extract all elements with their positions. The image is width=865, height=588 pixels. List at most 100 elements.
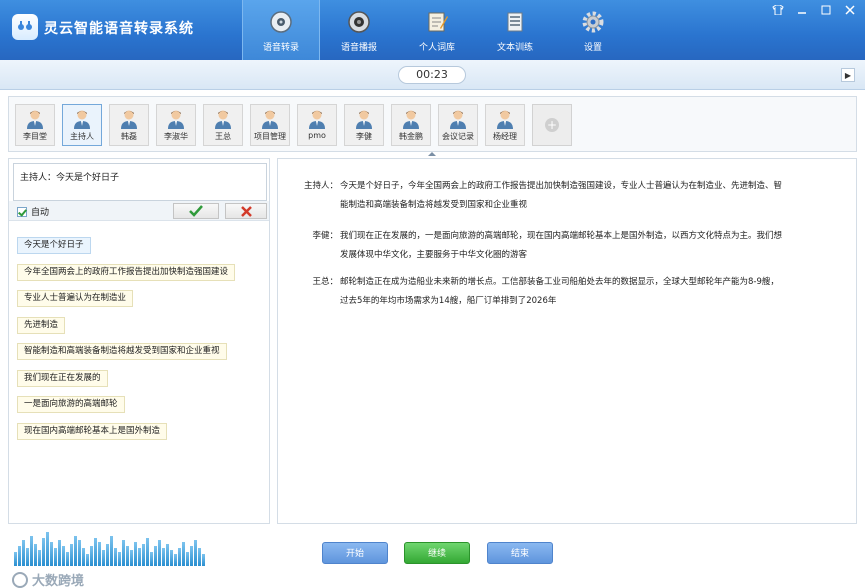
timer-bar: 00:23 ▶ [0,60,865,90]
phrase-row: 一是面向旅游的高端邮轮 [17,396,235,423]
nav-tab-transcribe[interactable]: 语音转录 [242,0,320,60]
speaker-name: 李淑华 [164,132,188,141]
confirm-button[interactable] [173,203,219,219]
audio-level-bar [134,542,137,566]
edit-controls: 自动 [9,201,269,221]
person-avatar-icon [403,110,419,129]
audio-level-bar [166,544,169,566]
speaker-card[interactable]: pmo [297,104,337,146]
close-icon[interactable] [843,4,857,16]
person-avatar-icon [215,110,231,129]
audio-level-bar [170,550,173,566]
shirt-skin-icon[interactable] [771,4,785,16]
audio-level-bar [54,548,57,566]
audio-level-bar [74,536,77,566]
watermark: 大数跨境 [12,570,84,588]
person-avatar-icon [121,110,137,129]
phrase-chip[interactable]: 我们现在正在发展的 [17,369,108,387]
speaker-card[interactable]: 李目堂 [15,104,55,146]
phrase-list: 今天是个好日子今年全国两会上的政府工作报告提出加快制造强国建设 专业人士普遍认为在… [17,237,236,449]
speaker-name: 李健 [356,132,372,141]
speaker-name: 王总 [215,132,231,141]
speaker-name: 项目管理 [254,132,286,141]
audio-level-bar [202,554,205,566]
phrase-row: 今年全国两会上的政府工作报告提出加快制造强国建设 [17,263,236,291]
nav-tab-lexicon[interactable]: 个人词库 [398,0,476,60]
audio-level-bar [94,538,97,566]
speaker-card[interactable]: 主持人 [62,104,102,146]
expand-arrow-icon[interactable]: ▶ [841,68,855,82]
audio-level-bar [182,542,185,566]
transcript-line: 今天是个好日子，今年全国两会上的政府工作报告提出加快制造强国建设，专业人士普遍认… [340,181,783,191]
audio-level-bar [158,540,161,566]
transcript-entry: 李健： 我们现在正在发展的，一是面向旅游的高端邮轮，现在国内高端邮轮基本上是国外制… [288,227,843,265]
transcript-line: 过去5年的年均市场需求为14艘，船厂订单排到了2026年 [340,296,557,306]
person-avatar-icon [497,110,513,129]
start-button[interactable]: 开始 [322,542,388,564]
transcript-speaker: 王总： [312,277,338,287]
speaker-card[interactable]: 杨经理 [485,104,525,146]
transcript-panel: 主持人： 今天是个好日子，今年全国两会上的政府工作报告提出加快制造强国建设，专业人… [277,158,857,524]
audio-level-bar [30,536,33,566]
nav-tab-training[interactable]: 文本训练 [476,0,554,60]
person-avatar-icon [74,110,90,129]
transcript-text: 邮轮制造正在成为造船业未来新的增长点。工信部装备工业司船舶处去年的数据显示，全球… [340,273,843,311]
gear-icon [580,9,606,35]
current-sentence-input[interactable]: 主持人：今天是个好日子 [13,163,267,201]
phrase-row: 先进制造 [17,316,235,344]
maximize-icon[interactable] [819,4,833,16]
collapse-caret-icon[interactable] [428,152,436,156]
end-button[interactable]: 结束 [487,542,553,564]
speaker-name: 杨经理 [493,132,517,141]
speaker-card[interactable]: 会议记录 [438,104,478,146]
speaker-card[interactable]: 李淑华 [156,104,196,146]
audio-level-bar [150,552,153,566]
audio-level-bar [198,548,201,566]
speaker-name: 韩金鹏 [399,132,423,141]
phrase-chip[interactable]: 先进制造 [17,316,66,334]
audio-level-bar [86,554,89,566]
nav-label: 个人词库 [418,43,455,53]
continue-button[interactable]: 继续 [404,542,470,564]
person-avatar-icon [27,110,43,129]
text-document-icon [502,9,528,35]
phrase-chip[interactable]: 一是面向旅游的高端邮轮 [17,396,125,413]
auto-checkbox[interactable] [17,206,27,217]
phrase-chip[interactable]: 今年全国两会上的政府工作报告提出加快制造强国建设 [17,263,236,281]
audio-level-bar [178,548,181,566]
audio-level-bar [46,532,49,566]
audio-level-bar [106,544,109,566]
speaker-card[interactable]: 李健 [344,104,384,146]
phrase-chip[interactable]: 专业人士普遍认为在制造业 [17,290,134,307]
add-speaker-button[interactable]: + [532,104,572,146]
elapsed-timer: 00:23 [398,66,466,84]
checkmark-icon [189,205,203,217]
speaker-card[interactable]: 王总 [203,104,243,146]
phrase-chip[interactable]: 智能制造和高端装备制造将越发受到国家和企业重视 [17,343,227,360]
audio-level-bar [58,540,61,566]
speaker-card[interactable]: 韩金鹏 [391,104,431,146]
nav-tab-broadcast[interactable]: 语音播报 [320,0,398,60]
person-avatar-icon [309,110,325,129]
reject-button[interactable] [225,203,267,219]
audio-level-bar [38,550,41,566]
phrase-chip[interactable]: 现在国内高端邮轮基本上是国外制造 [17,422,168,440]
speaker-card[interactable]: 韩磊 [109,104,149,146]
audio-level-bar [22,540,25,566]
audio-level-bar [122,540,125,566]
person-avatar-icon [450,110,466,129]
minimize-icon[interactable] [795,4,809,16]
audio-level-bar [78,540,81,566]
speaker-name: 李目堂 [23,132,47,141]
audio-level-bar [194,540,197,566]
speaker-broadcast-icon [346,9,372,35]
nav-label: 设置 [583,43,602,53]
phrase-chip[interactable]: 今天是个好日子 [17,237,91,254]
speaker-card[interactable]: 项目管理 [250,104,290,146]
auto-toggle[interactable]: 自动 [17,205,49,218]
speaker-name: 韩磊 [121,132,137,141]
transcript-text: 我们现在正在发展的，一是面向旅游的高端邮轮，现在国内高端邮轮基本上是国外制造，以… [340,227,843,265]
audio-level-bar [34,544,37,566]
nav-tab-settings[interactable]: 设置 [554,0,632,60]
audio-level-bar [186,552,189,566]
